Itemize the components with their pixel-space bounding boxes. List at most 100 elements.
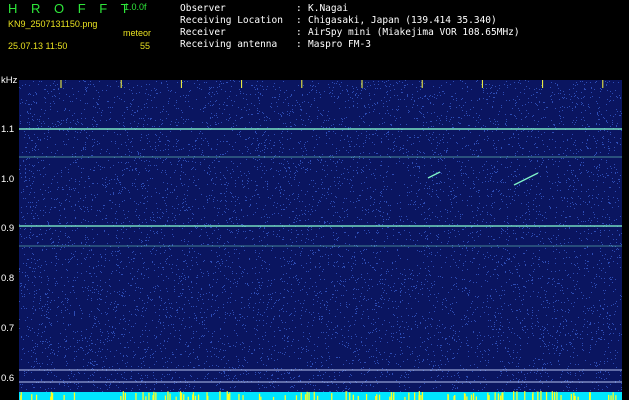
activity-spike: [357, 395, 359, 400]
activity-spike: [466, 396, 468, 400]
activity-spike: [390, 392, 393, 400]
activity-spike: [589, 392, 591, 400]
info-label-observer: Observer: [180, 3, 226, 14]
activity-spike: [537, 391, 539, 400]
activity-spike: [122, 391, 124, 400]
info-sep: :: [296, 15, 302, 26]
activity-spike: [610, 395, 612, 400]
activity-bar: [19, 392, 622, 400]
activity-spike: [229, 392, 231, 400]
activity-spike: [414, 392, 416, 400]
header-panel: H R O F F T 1.0.0f KN9_2507131150.png me…: [0, 0, 629, 75]
activity-spike: [155, 392, 157, 400]
activity-spike: [494, 392, 496, 400]
activity-spike: [308, 392, 310, 400]
activity-spike: [376, 394, 378, 400]
activity-spike: [612, 392, 614, 400]
activity-spike: [453, 396, 455, 400]
activity-spike: [497, 393, 500, 400]
activity-spike: [365, 394, 368, 400]
y-tick-label: 1.0: [1, 174, 15, 185]
activity-spike: [135, 393, 137, 400]
y-tick-label: 0.7: [1, 323, 15, 334]
activity-spike: [197, 394, 200, 400]
activity-spike: [615, 395, 617, 400]
info-value-receiver: AirSpy mini (Miakejima VOR 108.65MHz): [308, 27, 520, 38]
activity-spike: [300, 392, 302, 400]
y-tick-label: 0.8: [1, 273, 15, 284]
activity-spike: [51, 392, 54, 400]
activity-spike: [488, 395, 490, 400]
activity-spike: [207, 395, 209, 400]
activity-spike: [167, 391, 169, 400]
activity-spike: [120, 396, 122, 400]
activity-spike: [464, 393, 466, 400]
activity-spike: [219, 391, 221, 400]
y-axis-unit: kHz: [1, 75, 18, 86]
info-label-antenna: Receiving antenna: [180, 39, 278, 50]
info-sep: :: [296, 39, 302, 50]
spectrogram-canvas: [19, 80, 622, 400]
info-label-location: Receiving Location: [180, 15, 283, 26]
activity-spike: [574, 395, 576, 400]
activity-spike: [242, 395, 244, 400]
activity-spike: [50, 396, 52, 400]
activity-spike: [192, 392, 195, 400]
activity-spike: [475, 396, 477, 400]
activity-spike: [378, 394, 381, 400]
file-name: KN9_2507131150.png: [8, 19, 98, 29]
activity-spike: [560, 395, 562, 400]
activity-spike: [183, 394, 185, 400]
activity-spike: [169, 393, 171, 400]
activity-spike: [570, 393, 572, 400]
activity-spike: [227, 393, 229, 400]
activity-spike: [349, 392, 351, 400]
activity-spike: [142, 392, 144, 400]
activity-spike: [175, 396, 177, 400]
activity-spike: [513, 391, 515, 400]
activity-spike: [447, 395, 449, 400]
activity-spike: [420, 395, 422, 400]
activity-spike: [145, 396, 147, 400]
activity-spike: [487, 392, 489, 400]
activity-spike: [501, 392, 503, 400]
activity-spike: [31, 394, 33, 400]
activity-spike: [418, 395, 420, 400]
activity-spike: [470, 394, 473, 400]
activity-spike: [393, 392, 395, 400]
activity-spike: [148, 392, 150, 400]
activity-spike: [553, 391, 556, 400]
activity-spike: [304, 394, 307, 400]
activity-spike: [551, 391, 553, 400]
info-value-observer: K.Nagai: [308, 3, 349, 14]
activity-spike: [545, 391, 548, 400]
activity-spike: [152, 395, 154, 400]
info-value-antenna: Maspro FM-3: [308, 39, 371, 50]
activity-spike: [317, 395, 319, 400]
activity-spike: [499, 395, 502, 400]
info-label-receiver: Receiver: [180, 27, 226, 38]
activity-spike: [540, 391, 542, 400]
activity-spike: [164, 395, 167, 400]
y-tick-label: 0.6: [1, 373, 15, 384]
activity-spike: [238, 394, 240, 400]
info-sep: :: [296, 3, 302, 14]
activity-spike: [20, 395, 22, 400]
info-value-location: Chigasaki, Japan (139.414 35.340): [308, 15, 497, 26]
y-tick-label: 1.1: [1, 124, 15, 135]
activity-spike: [556, 392, 558, 400]
activity-spike: [194, 395, 197, 400]
activity-spike: [608, 394, 610, 400]
activity-spike: [389, 396, 391, 400]
activity-spike: [472, 393, 475, 400]
activity-spike: [306, 391, 308, 400]
activity-spike: [313, 391, 315, 400]
spectrogram-plot: [19, 80, 622, 400]
activity-spike: [295, 395, 298, 400]
info-sep: :: [296, 27, 302, 38]
activity-spike: [35, 394, 38, 400]
app-version: 1.0.0f: [124, 2, 147, 12]
date-time: 25.07.13 11:50: [8, 41, 68, 51]
activity-spike: [573, 392, 575, 400]
app-title: H R O F F T: [8, 1, 134, 16]
